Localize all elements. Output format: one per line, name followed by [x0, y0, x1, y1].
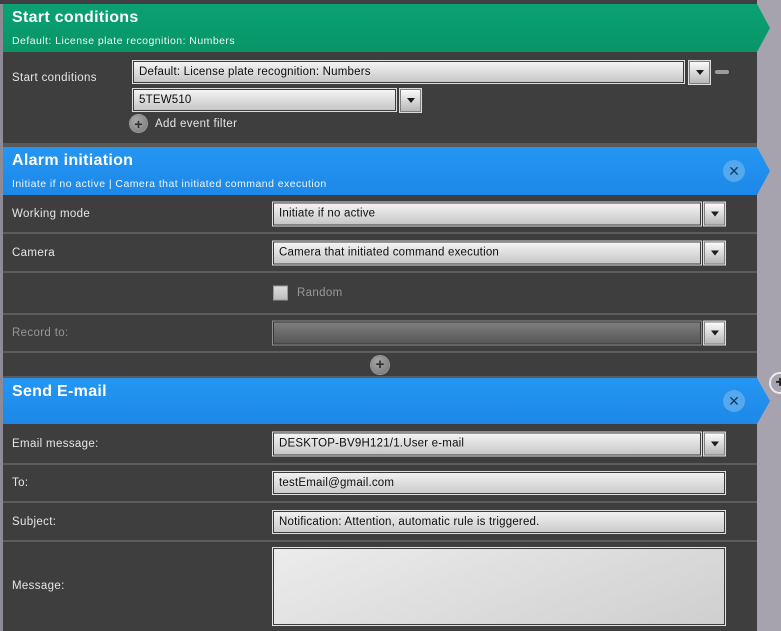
chevron-down-icon [407, 98, 415, 103]
camera-dropdown[interactable]: Camera that initiated command execution [273, 241, 701, 264]
chevron-down-icon [711, 331, 719, 336]
email-message-dropdown[interactable]: DESKTOP-BV9H121/1.User e-mail [273, 432, 701, 455]
top-border [0, 0, 757, 4]
send-email-title: Send E-mail [12, 383, 770, 401]
alarm-initiation-body: Working mode Initiate if no active Camer… [3, 195, 757, 376]
plate-number-dropdown-value: 5TEW510 [139, 94, 192, 106]
message-textarea[interactable] [273, 548, 725, 625]
record-to-label: Record to: [12, 327, 69, 339]
plate-number-dropdown-arrow[interactable] [400, 89, 421, 112]
event-filter-dropdown-value: Default: License plate recognition: Numb… [139, 66, 371, 78]
event-filter-dropdown[interactable]: Default: License plate recognition: Numb… [133, 61, 684, 83]
working-mode-row: Working mode Initiate if no active [3, 195, 757, 232]
close-icon[interactable]: ✕ [723, 390, 745, 412]
working-mode-dropdown-value: Initiate if no active [279, 208, 375, 220]
chevron-down-icon [711, 441, 719, 446]
record-to-dropdown-arrow[interactable] [704, 322, 725, 345]
to-label: To: [12, 477, 28, 489]
add-parameter-row: + [3, 353, 757, 376]
email-message-row: Email message: DESKTOP-BV9H121/1.User e-… [3, 424, 757, 463]
section-divider [3, 143, 757, 147]
message-row: Message: [3, 542, 757, 631]
working-mode-label: Working mode [12, 208, 90, 220]
alarm-initiation-title: Alarm initiation [12, 152, 770, 170]
start-conditions-row-label: Start conditions [12, 72, 97, 84]
subject-row: Subject: [3, 503, 757, 540]
message-label: Message: [12, 580, 65, 592]
random-label: Random [297, 287, 343, 299]
camera-dropdown-arrow[interactable] [704, 241, 725, 264]
plus-icon: + [130, 115, 147, 132]
event-filter-dropdown-arrow[interactable] [689, 61, 710, 84]
add-action-button[interactable]: + [769, 372, 781, 394]
email-message-dropdown-arrow[interactable] [704, 432, 725, 455]
to-input[interactable] [273, 472, 725, 494]
camera-dropdown-value: Camera that initiated command execution [279, 247, 499, 259]
record-to-dropdown[interactable] [273, 322, 701, 345]
alarm-initiation-subtitle: Initiate if no active | Camera that init… [12, 178, 327, 190]
section-divider [3, 376, 757, 378]
email-message-dropdown-value: DESKTOP-BV9H121/1.User e-mail [279, 438, 464, 450]
record-to-row: Record to: [3, 315, 757, 351]
to-row: To: [3, 465, 757, 501]
send-email-header[interactable]: Send E-mail ✕ [3, 378, 770, 424]
plate-number-dropdown[interactable]: 5TEW510 [133, 89, 396, 111]
start-conditions-subtitle: Default: License plate recognition: Numb… [12, 35, 235, 47]
add-parameter-button[interactable]: + [371, 356, 389, 374]
start-conditions-body: Start conditions Default: License plate … [3, 52, 757, 143]
chevron-down-icon [696, 70, 704, 75]
start-conditions-title: Start conditions [12, 9, 770, 27]
automatic-rule-editor: Start conditions Default: License plate … [0, 0, 781, 631]
chevron-down-icon [711, 250, 719, 255]
subject-label: Subject: [12, 516, 56, 528]
camera-row: Camera Camera that initiated command exe… [3, 234, 757, 271]
start-conditions-header[interactable]: Start conditions Default: License plate … [3, 4, 770, 52]
send-email-body: Email message: DESKTOP-BV9H121/1.User e-… [3, 424, 757, 631]
random-checkbox[interactable] [273, 286, 288, 301]
email-message-label: Email message: [12, 438, 99, 450]
subject-input[interactable] [273, 511, 725, 533]
remove-condition-button[interactable] [715, 70, 729, 74]
close-icon[interactable]: ✕ [723, 160, 745, 182]
add-event-filter-button[interactable]: + Add event filter [130, 115, 237, 132]
chevron-down-icon [711, 211, 719, 216]
working-mode-dropdown[interactable]: Initiate if no active [273, 202, 701, 225]
working-mode-dropdown-arrow[interactable] [704, 202, 725, 225]
alarm-initiation-header[interactable]: Alarm initiation Initiate if no active |… [3, 147, 770, 195]
random-row: Random [3, 273, 757, 313]
camera-label: Camera [12, 247, 55, 259]
add-event-filter-label: Add event filter [155, 118, 237, 130]
